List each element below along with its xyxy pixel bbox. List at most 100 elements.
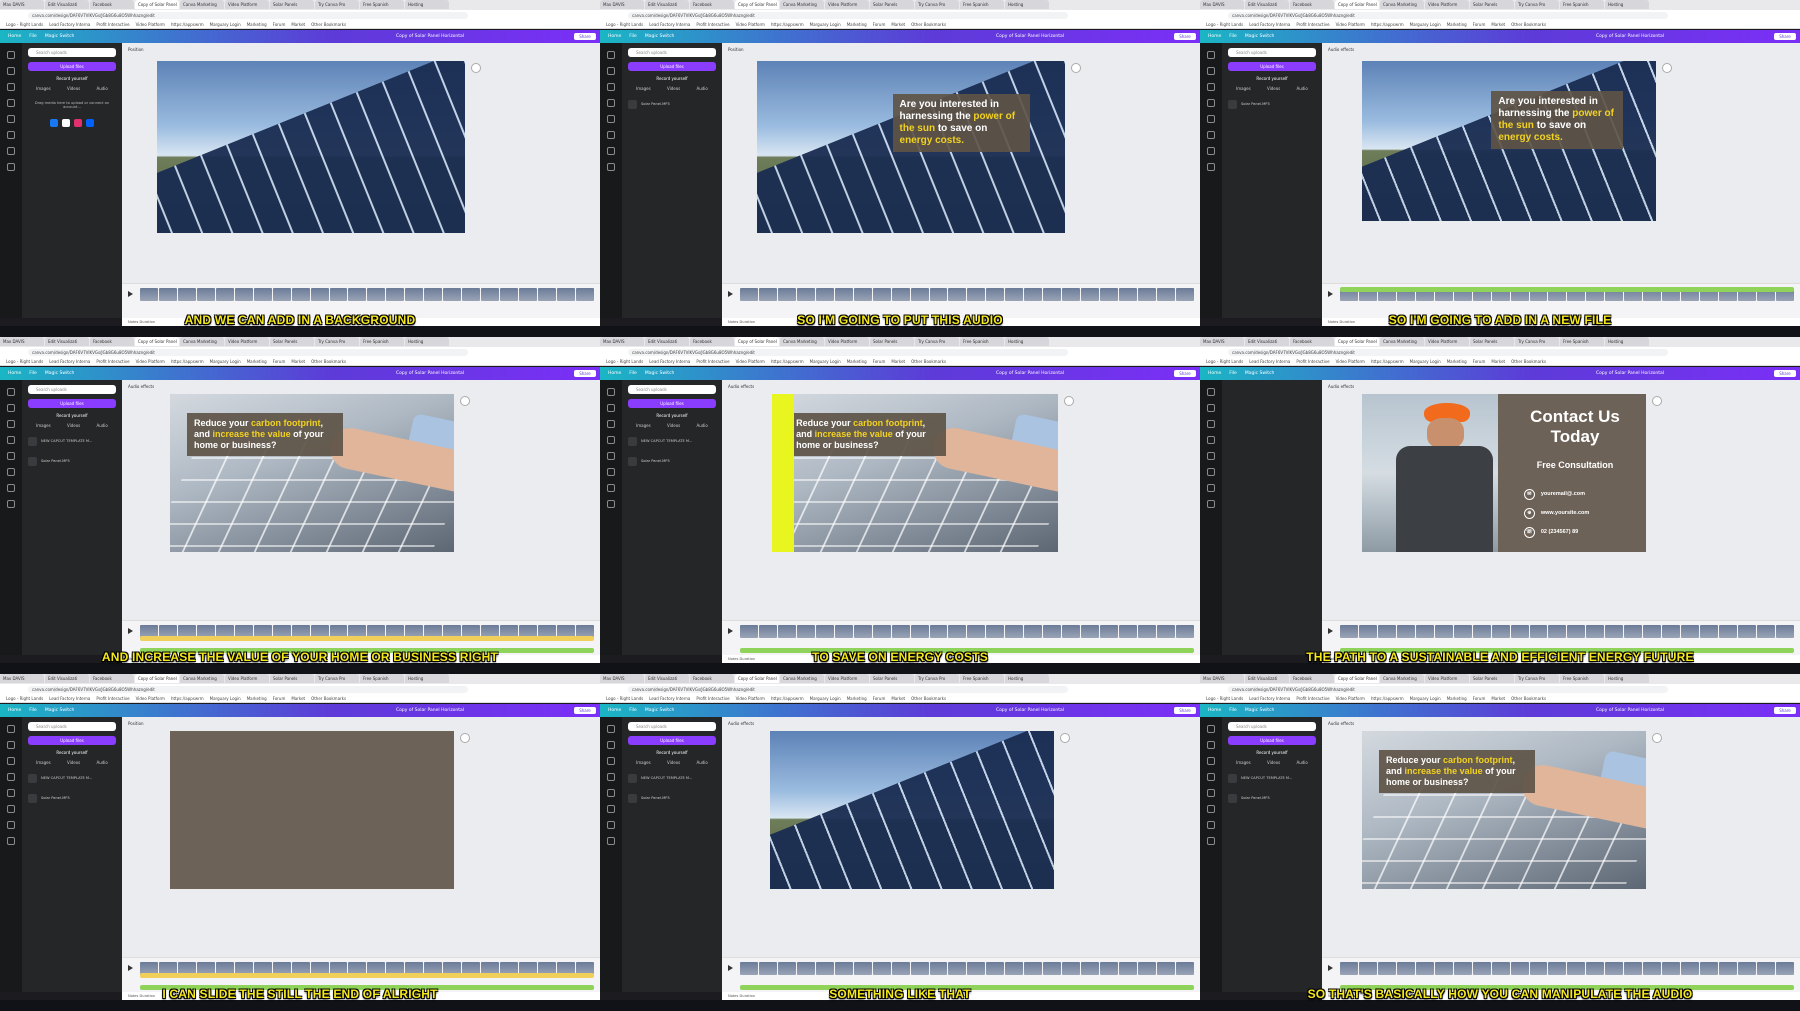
clip-thumbnail[interactable]: [1138, 625, 1156, 638]
bookmark-link[interactable]: Forum: [1473, 20, 1486, 28]
draw-icon[interactable]: [1207, 131, 1215, 139]
clip-thumbnail[interactable]: [1062, 288, 1081, 301]
browser-tab[interactable]: Max DAVIS: [0, 337, 44, 346]
url-input[interactable]: canva.com/design/DAF6V7VlKVGs/JGb8G6u8O5…: [1228, 348, 1668, 356]
clip-thumbnail[interactable]: [1043, 962, 1062, 975]
bookmark-link[interactable]: Logo - Right Lands: [6, 357, 43, 365]
bookmark-link[interactable]: https://appswrm: [1371, 694, 1404, 702]
apps-icon[interactable]: [607, 163, 615, 171]
browser-tab[interactable]: Max DAVIS: [1200, 337, 1244, 346]
browser-tab[interactable]: Facebook: [1290, 674, 1334, 683]
browser-tab[interactable]: Solar Panels: [870, 674, 914, 683]
clip-thumbnail[interactable]: [1681, 625, 1700, 638]
browser-tab[interactable]: Facebook: [690, 674, 734, 683]
uploads-icon[interactable]: [7, 115, 15, 123]
clip-thumbnail[interactable]: [500, 288, 519, 301]
clip-thumbnail[interactable]: [1453, 962, 1472, 975]
browser-tab[interactable]: Free Spanish: [960, 337, 1004, 346]
text-icon[interactable]: [1207, 83, 1215, 91]
file-menu[interactable]: File: [29, 371, 37, 376]
slide-canvas[interactable]: Reduce your carbon footprint, and increa…: [170, 394, 454, 552]
bookmark-link[interactable]: Marguary Login: [810, 357, 841, 365]
clip-thumbnail[interactable]: [853, 288, 872, 301]
bookmark-link[interactable]: Forum: [273, 694, 286, 702]
clip-thumbnail[interactable]: [1062, 625, 1081, 638]
projects-icon[interactable]: [1207, 484, 1215, 492]
bookmark-link[interactable]: Profit Interactive: [96, 357, 129, 365]
text-icon[interactable]: [1207, 757, 1215, 765]
video-track[interactable]: [1340, 962, 1794, 975]
browser-tab[interactable]: Edit Visualizati: [45, 0, 89, 9]
uploads-icon[interactable]: [1207, 789, 1215, 797]
slide-canvas[interactable]: [157, 61, 465, 233]
bookmark-link[interactable]: https://appswrm: [771, 694, 804, 702]
tab-videos[interactable]: Videos: [67, 86, 80, 91]
browser-tab[interactable]: Copy of Solar Panel: [1335, 0, 1379, 9]
draw-icon[interactable]: [7, 805, 15, 813]
browser-tab[interactable]: Canva Marketing: [780, 0, 824, 9]
record-yourself-button[interactable]: Record yourself: [28, 411, 116, 420]
clip-thumbnail[interactable]: [872, 962, 891, 975]
magic-switch-menu[interactable]: Magic Switch: [1245, 34, 1275, 39]
clip-thumbnail[interactable]: [1662, 625, 1681, 638]
play-icon[interactable]: [128, 628, 133, 634]
bookmark-link[interactable]: Other Bookmarks: [911, 694, 946, 702]
design-icon[interactable]: [607, 388, 615, 396]
design-title[interactable]: Copy of Solar Panel Horizontal: [396, 708, 464, 713]
bookmark-link[interactable]: https://appswrm: [1371, 357, 1404, 365]
magic-switch-menu[interactable]: Magic Switch: [1245, 371, 1275, 376]
headline-textbox[interactable]: Reduce your carbon footprint, and increa…: [789, 412, 947, 456]
browser-tab[interactable]: Free Spanish: [360, 0, 404, 9]
browser-tab[interactable]: Solar Panels: [270, 337, 314, 346]
browser-tab[interactable]: Hosting: [1005, 0, 1049, 9]
facebook-icon[interactable]: [50, 119, 58, 127]
browser-tab[interactable]: Max DAVIS: [1200, 0, 1244, 9]
tab-audio[interactable]: Audio: [97, 86, 108, 91]
draw-icon[interactable]: [7, 468, 15, 476]
design-title[interactable]: Copy of Solar Panel Horizontal: [396, 371, 464, 376]
bookmark-link[interactable]: Lead Factory Interna: [1249, 694, 1290, 702]
clip-thumbnail[interactable]: [462, 288, 481, 301]
clip-thumbnail[interactable]: [1340, 625, 1358, 638]
clip-thumbnail[interactable]: [1415, 962, 1434, 975]
upload-files-button[interactable]: Upload files: [1228, 62, 1316, 71]
play-icon[interactable]: [1328, 291, 1333, 297]
clip-thumbnail[interactable]: [1453, 625, 1472, 638]
clip-thumbnail[interactable]: [1005, 962, 1024, 975]
projects-icon[interactable]: [1207, 821, 1215, 829]
bookmark-link[interactable]: https://appswrm: [771, 357, 804, 365]
browser-tab[interactable]: Copy of Solar Panel: [1335, 674, 1379, 683]
clip-thumbnail[interactable]: [1005, 625, 1024, 638]
clip-thumbnail[interactable]: [834, 288, 853, 301]
file-menu[interactable]: File: [629, 371, 637, 376]
audio-track[interactable]: [1340, 286, 1794, 292]
brand-icon[interactable]: [607, 99, 615, 107]
bookmark-link[interactable]: Profit Interactive: [96, 20, 129, 28]
elements-icon[interactable]: [607, 404, 615, 412]
file-menu[interactable]: File: [629, 34, 637, 39]
record-yourself-button[interactable]: Record yourself: [628, 411, 716, 420]
clip-thumbnail[interactable]: [481, 288, 500, 301]
tab-images[interactable]: Images: [1236, 86, 1251, 91]
brand-icon[interactable]: [1207, 99, 1215, 107]
comment-icon[interactable]: [1060, 733, 1070, 743]
clip-thumbnail[interactable]: [967, 288, 986, 301]
browser-tab[interactable]: Edit Visualizati: [645, 0, 689, 9]
browser-tab[interactable]: Canva Marketing: [1380, 0, 1424, 9]
clip-thumbnail[interactable]: [1138, 962, 1156, 975]
audio-file-item[interactable]: Solar Panel.MP3: [628, 791, 716, 805]
bookmark-link[interactable]: Logo - Right Lands: [606, 694, 643, 702]
bookmark-link[interactable]: Logo - Right Lands: [6, 694, 43, 702]
browser-tab[interactable]: Free Spanish: [1560, 0, 1604, 9]
clip-thumbnail[interactable]: [872, 625, 891, 638]
clip-thumbnail[interactable]: [1138, 288, 1156, 301]
bookmark-link[interactable]: Marketing: [247, 357, 267, 365]
browser-tab[interactable]: Try Canva Pro: [915, 337, 959, 346]
clip-thumbnail[interactable]: [1100, 288, 1119, 301]
video-track[interactable]: [1340, 625, 1794, 638]
clip-thumbnail[interactable]: [1434, 962, 1453, 975]
upload-files-button[interactable]: Upload files: [628, 399, 716, 408]
design-title[interactable]: Copy of Solar Panel Horizontal: [396, 34, 464, 39]
magic-switch-menu[interactable]: Magic Switch: [45, 708, 75, 713]
tab-images[interactable]: Images: [36, 760, 51, 765]
